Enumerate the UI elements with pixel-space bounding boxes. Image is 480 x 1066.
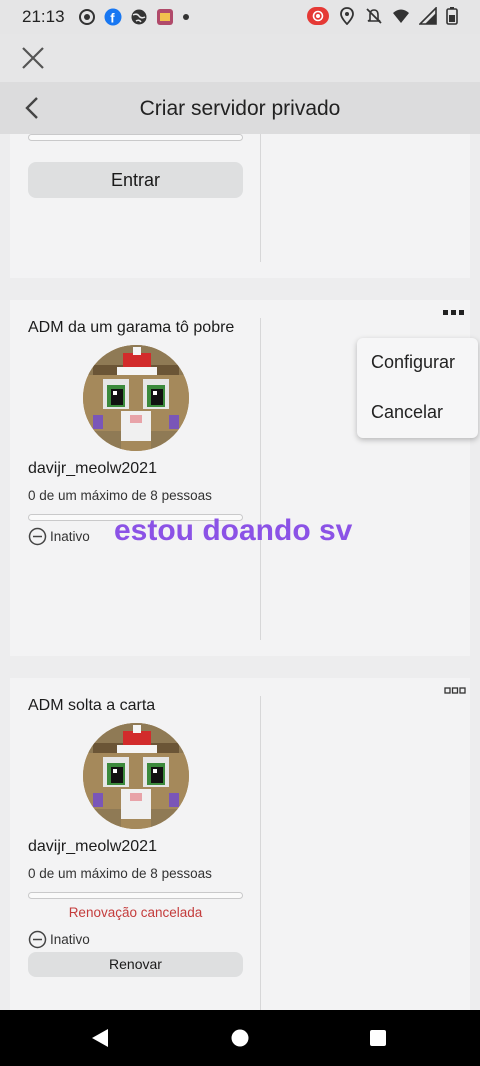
svg-text:f: f xyxy=(110,11,115,26)
nav-home-icon[interactable] xyxy=(231,1028,249,1048)
system-nav-bar xyxy=(0,1010,480,1066)
wifi-icon xyxy=(393,9,409,23)
status-time: 21:13 xyxy=(22,7,65,26)
menu-item-cancel[interactable]: Cancelar xyxy=(371,402,443,423)
dot-icon xyxy=(183,14,189,20)
menu-item-configure[interactable]: Configurar xyxy=(371,352,455,373)
join-button[interactable]: Entrar xyxy=(28,162,243,198)
status-right-icons xyxy=(307,7,458,25)
overlay-caption: estou doando sv xyxy=(114,514,353,547)
capacity-text: 0 de um máximo de 8 pessoas xyxy=(28,488,212,503)
cat-avatar-image xyxy=(83,723,189,829)
options-menu: Configurar Cancelar xyxy=(357,338,478,438)
record-icon xyxy=(307,7,329,25)
capacity-text: 0 de um máximo de 8 pessoas xyxy=(28,866,212,881)
battery-icon xyxy=(446,7,458,25)
renew-button[interactable]: Renovar xyxy=(28,952,243,977)
more-options-icon[interactable] xyxy=(444,686,466,696)
page-title: Criar servidor privado xyxy=(139,97,341,120)
capacity-progress-bar xyxy=(28,134,243,141)
avatar xyxy=(83,723,189,829)
signal-icon xyxy=(419,7,437,25)
nav-back-icon[interactable] xyxy=(91,1028,109,1048)
status-label: Inativo xyxy=(50,529,90,544)
status-row: Inativo xyxy=(28,527,90,546)
status-bar: 21:13 f xyxy=(0,0,480,34)
capacity-progress-bar xyxy=(28,892,243,899)
inactive-minus-icon xyxy=(28,527,47,546)
status-row: Inativo xyxy=(28,930,90,949)
status-label: Inativo xyxy=(50,932,90,947)
server-name: ADM da um garama tô pobre xyxy=(28,319,235,336)
status-left-icons: f xyxy=(78,8,190,26)
server-name: ADM solta a carta xyxy=(28,697,156,714)
facebook-icon: f xyxy=(104,8,122,26)
server-card-partial: Entrar xyxy=(10,134,470,278)
mute-icon xyxy=(366,8,382,24)
owner-name: davijr_meolw2021 xyxy=(28,838,157,855)
location-icon xyxy=(340,7,354,25)
more-options-icon[interactable] xyxy=(442,308,466,318)
cat-avatar-image xyxy=(83,345,189,451)
close-bar xyxy=(0,34,480,82)
title-bar: Criar servidor privado xyxy=(0,82,480,134)
card-divider xyxy=(260,134,261,262)
renewal-cancelled-text: Renovação cancelada xyxy=(68,905,203,920)
card-divider xyxy=(260,696,261,1010)
close-icon[interactable] xyxy=(20,45,46,71)
card-divider xyxy=(260,318,261,640)
settings-notification-icon xyxy=(79,9,95,25)
owner-name: davijr_meolw2021 xyxy=(28,460,157,477)
avatar xyxy=(83,345,189,451)
server-card: ADM solta a carta davijr_meolw2021 0 de … xyxy=(10,678,470,1010)
app-icon xyxy=(157,9,173,25)
globe-icon xyxy=(131,9,147,25)
inactive-minus-icon xyxy=(28,930,47,949)
nav-recents-icon[interactable] xyxy=(369,1028,387,1048)
